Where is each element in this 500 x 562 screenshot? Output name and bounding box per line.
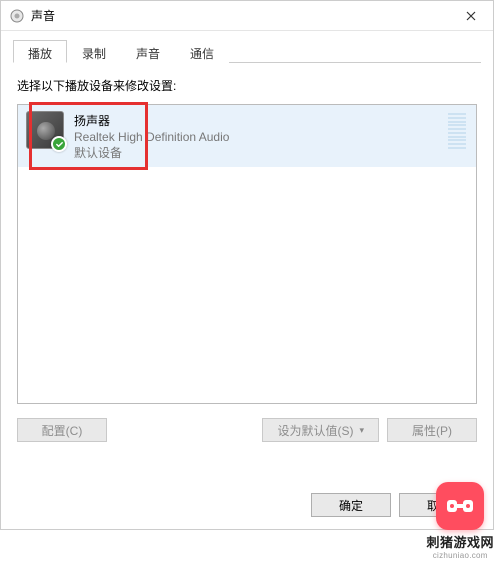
sound-dialog: 声音 播放 录制 声音 通信 选择以下播放设备来修改设置: — [0, 0, 494, 530]
tab-recording[interactable]: 录制 — [67, 40, 121, 63]
tab-panel-playback: 选择以下播放设备来修改设置: 扬声器 Realtek High Definiti… — [13, 63, 481, 450]
watermark-domain: cizhuniao.com — [426, 551, 494, 560]
tab-sounds[interactable]: 声音 — [121, 40, 175, 63]
tab-playback[interactable]: 播放 — [13, 40, 67, 63]
window-title: 声音 — [31, 7, 55, 24]
level-meter — [448, 113, 466, 149]
close-button[interactable] — [448, 1, 493, 31]
ok-button[interactable]: 确定 — [311, 493, 391, 517]
speaker-icon — [26, 111, 64, 149]
tab-communications[interactable]: 通信 — [175, 40, 229, 63]
device-name: 扬声器 — [74, 112, 468, 129]
watermark-name: 刺猪游戏网 — [426, 532, 494, 551]
close-icon — [466, 11, 476, 21]
instruction-text: 选择以下播放设备来修改设置: — [17, 77, 477, 94]
dialog-content: 播放 录制 声音 通信 选择以下播放设备来修改设置: 扬声器 Realtek H… — [1, 31, 493, 462]
default-check-icon — [51, 136, 67, 152]
sound-app-icon — [9, 8, 25, 24]
titlebar: 声音 — [1, 1, 493, 31]
configure-button[interactable]: 配置(C) — [17, 418, 107, 442]
set-default-button[interactable]: 设为默认值(S) — [262, 418, 379, 442]
device-list[interactable]: 扬声器 Realtek High Definition Audio 默认设备 — [17, 104, 477, 404]
tabs: 播放 录制 声音 通信 — [13, 39, 481, 63]
properties-button[interactable]: 属性(P) — [387, 418, 477, 442]
device-default-label: 默认设备 — [74, 145, 468, 161]
device-description: Realtek High Definition Audio — [74, 129, 468, 145]
device-item-speakers[interactable]: 扬声器 Realtek High Definition Audio 默认设备 — [18, 105, 476, 167]
device-text: 扬声器 Realtek High Definition Audio 默认设备 — [74, 111, 468, 161]
watermark-logo-icon — [436, 482, 484, 530]
device-action-row: 配置(C) 设为默认值(S) 属性(P) — [17, 418, 477, 442]
watermark: 刺猪游戏网 cizhuniao.com — [426, 482, 494, 560]
